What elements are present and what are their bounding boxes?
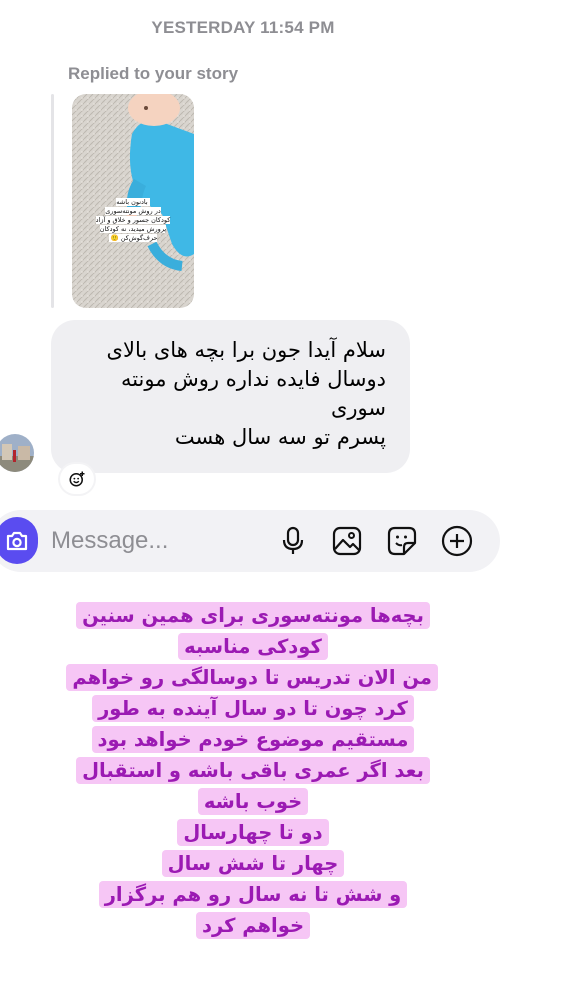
overlay-line-text: بچه‌ها مونته‌سوری برای همین سنین کودکی م… <box>76 602 430 660</box>
camera-icon <box>6 531 28 550</box>
microphone-icon <box>282 526 304 554</box>
overlay-line-text: بعد اگر عمری باقی باشه و استقبال خوب باش… <box>76 757 430 815</box>
overlay-line: چهار تا شش سال <box>68 848 438 879</box>
avatar-image <box>0 434 34 472</box>
voice-button[interactable] <box>276 524 310 558</box>
overlay-line: دو تا چهارسال <box>68 817 438 848</box>
sticker-icon <box>387 526 417 556</box>
sticker-button[interactable] <box>385 524 419 558</box>
story-caption: با‌دنون باشه در روش مونته‌سوری کودکان جس… <box>82 198 184 243</box>
replied-label: Replied to your story <box>68 64 239 83</box>
message-bubble[interactable]: سلام آیدا جون برا بچه های بالای دوسال فا… <box>51 320 410 473</box>
overlay-line: بعد اگر عمری باقی باشه و استقبال خوب باش… <box>68 755 438 817</box>
story-thumbnail[interactable]: با‌دنون باشه در روش مونته‌سوری کودکان جس… <box>72 94 194 308</box>
overlay-line-text: چهار تا شش سال <box>161 850 345 877</box>
react-button[interactable] <box>60 464 94 494</box>
add-icon <box>441 525 473 557</box>
gallery-icon <box>332 526 362 556</box>
overlay-line: بچه‌ها مونته‌سوری برای همین سنین کودکی م… <box>68 600 438 662</box>
message-text: سلام آیدا جون برا بچه های بالای دوسال فا… <box>106 338 386 449</box>
gallery-button[interactable] <box>330 524 364 558</box>
overlay-line: من الان تدریس تا دوسالگی رو خواهم کرد چو… <box>66 662 438 755</box>
story-text-overlay: بچه‌ها مونته‌سوری برای همین سنین کودکی م… <box>66 600 438 941</box>
story-caption-text: با‌دنون باشه در روش مونته‌سوری کودکان جس… <box>95 198 171 242</box>
add-button[interactable] <box>440 524 474 558</box>
overlay-line: و شش تا نه سال رو هم برگزار خواهم کرد <box>68 879 438 941</box>
camera-button[interactable] <box>0 517 38 564</box>
overlay-line-text: دو تا چهارسال <box>177 819 329 846</box>
emoji-add-icon <box>69 471 85 487</box>
message-input[interactable] <box>51 526 251 556</box>
reply-quote-bar <box>51 94 54 308</box>
overlay-line-text: من الان تدریس تا دوسالگی رو خواهم کرد چو… <box>66 664 438 753</box>
overlay-line-text: و شش تا نه سال رو هم برگزار خواهم کرد <box>98 881 408 939</box>
timestamp: YESTERDAY 11:54 PM <box>151 18 335 37</box>
sender-avatar[interactable] <box>0 434 34 472</box>
